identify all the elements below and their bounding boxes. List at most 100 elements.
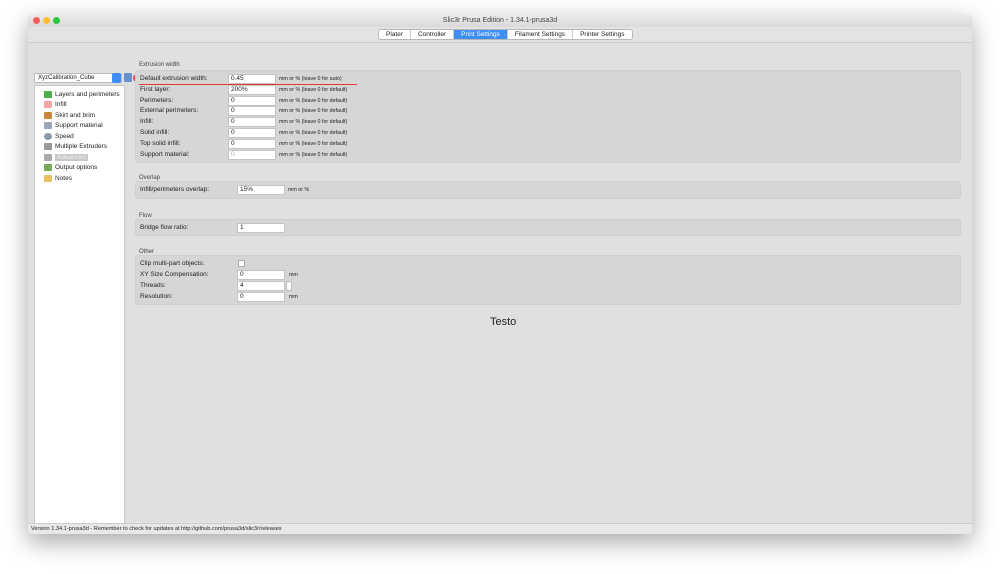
window-title: Slic3r Prusa Edition - 1.34.1-prusa3d <box>442 17 558 24</box>
extrusion-width-input[interactable]: 0 <box>228 117 276 128</box>
preset-select[interactable]: XyzCalibration_Cube <box>34 73 122 83</box>
sidebar-item-label: Skirt and brim <box>55 111 96 119</box>
status-bar: Version 1.34.1-prusa3d - Remember to che… <box>28 523 972 534</box>
setting-row: External perimeters: 0 mm or % (leave 0 … <box>140 106 940 117</box>
sidebar-item-support-material[interactable]: Support material <box>44 121 103 131</box>
extrusion-width-input[interactable]: 0 <box>228 106 276 117</box>
sidebar-item-label: Support material <box>55 122 103 129</box>
overlap-group: Infill/perimeters overlap: 15% mm or % <box>135 181 961 199</box>
setting-label: Resolution: <box>140 293 173 300</box>
sidebar-item-label: Infill <box>55 101 67 108</box>
flow-group: Bridge flow ratio: 1 <box>135 219 961 236</box>
sidebar-item-label: Multiple Extruders <box>55 143 108 150</box>
infill-perimeters-overlap-input[interactable]: 15% <box>237 185 285 195</box>
sidebar-item-skirt-and-brim[interactable]: Skirt and brim <box>44 110 95 120</box>
setting-row: Clip multi-part objects: <box>140 259 940 269</box>
extrusion-width-group: Default extrusion width: 0.45 mm or % (l… <box>135 70 961 163</box>
settings-page: XyzCalibration_Cube Layers and perimeter… <box>28 42 972 534</box>
speed-icon <box>44 132 52 140</box>
sidebar-item-speed[interactable]: Speed <box>44 131 74 141</box>
bridge-flow-ratio-input[interactable]: 1 <box>237 223 285 233</box>
setting-row: Infill: 0 mm or % (leave 0 for default) <box>140 117 940 128</box>
setting-label: Default extrusion width: <box>140 75 208 82</box>
setting-row: Top solid infill: 0 mm or % (leave 0 for… <box>140 138 940 149</box>
sidebar-item-multiple-extruders[interactable]: Multiple Extruders <box>44 142 107 152</box>
unit-label: mm or % (leave 0 for default) <box>279 140 348 147</box>
unit-label: mm or % (leave 0 for default) <box>279 119 348 126</box>
app-window: Slic3r Prusa Edition - 1.34.1-prusa3d Pl… <box>28 14 972 534</box>
unit-label: mm or % (leave 0 for default) <box>279 130 348 136</box>
extrusion-width-input[interactable]: 0.45 <box>228 74 276 84</box>
setting-label: Solid infill: <box>140 129 170 136</box>
preset-value: XyzCalibration_Cube <box>38 75 95 81</box>
tab-filament-settings[interactable]: Filament Settings <box>508 30 574 39</box>
funnel-icon <box>44 143 52 150</box>
setting-label: Bridge flow ratio: <box>140 224 189 231</box>
infill-icon <box>44 101 52 108</box>
sidebar-item-layers-and-perimeters[interactable]: Layers and perimeters <box>44 89 120 99</box>
setting-row: Resolution: 0 mm <box>140 292 940 302</box>
sidebar-item-label: Output options <box>55 164 98 171</box>
main-tabs: Plater Controller Print Settings Filamen… <box>378 29 633 40</box>
clip-multipart-checkbox[interactable] <box>238 260 245 267</box>
setting-row: Default extrusion width: 0.45 mm or % (l… <box>140 74 940 84</box>
extrusion-width-input[interactable]: 0 <box>228 128 276 138</box>
resolution-input[interactable]: 0 <box>237 292 285 302</box>
setting-row: Solid infill: 0 mm or % (leave 0 for def… <box>140 128 940 138</box>
setting-label: Clip multi-part objects: <box>140 260 205 267</box>
setting-label: Infill: <box>140 118 154 126</box>
layers-icon <box>44 90 52 98</box>
close-window-button[interactable] <box>33 17 40 24</box>
chevron-updown-icon <box>112 73 121 83</box>
other-group: Clip multi-part objects: XY Size Compens… <box>135 255 961 305</box>
threads-input[interactable]: 4 <box>237 281 285 291</box>
setting-label: Top solid infill: <box>140 139 181 147</box>
setting-row: Infill/perimeters overlap: 15% mm or % <box>140 185 940 195</box>
overlay-text: Testo <box>490 316 517 328</box>
unit-label: mm or % (leave 0 for auto) <box>279 76 342 82</box>
setting-label: Perimeters: <box>140 96 174 104</box>
setting-label: External perimeters: <box>140 107 199 115</box>
setting-label: Support material: <box>140 150 190 158</box>
unit-label: mm <box>289 294 298 300</box>
extrusion-width-input[interactable]: 0 <box>228 138 276 149</box>
minimize-window-button[interactable] <box>43 17 50 24</box>
output-icon <box>44 164 52 171</box>
sidebar-item-notes[interactable]: Notes <box>44 173 72 183</box>
unit-label: mm <box>289 272 298 278</box>
tab-print-settings[interactable]: Print Settings <box>454 30 508 39</box>
skirt-icon <box>44 111 52 119</box>
save-preset-icon[interactable] <box>124 73 132 82</box>
sidebar-item-output-options[interactable]: Output options <box>44 163 97 173</box>
threads-stepper[interactable] <box>286 281 292 291</box>
setting-label: Infill/perimeters overlap: <box>140 186 209 193</box>
wrench-icon <box>44 153 52 161</box>
extrusion-width-input[interactable]: 200% <box>228 84 276 95</box>
highlight-underline <box>139 84 357 85</box>
settings-sidebar: Layers and perimeters Infill Skirt and b… <box>34 85 125 534</box>
unit-label: mm or % (leave 0 for default) <box>279 108 348 115</box>
extrusion-width-input[interactable]: 0 <box>228 149 276 160</box>
setting-row: Threads: 4 <box>140 281 940 291</box>
sidebar-item-label: Advanced <box>55 153 88 161</box>
setting-row: First layer: 200% mm or % (leave 0 for d… <box>140 84 940 95</box>
title-bar: Slic3r Prusa Edition - 1.34.1-prusa3d <box>28 14 972 27</box>
tab-printer-settings[interactable]: Printer Settings <box>573 30 631 39</box>
setting-label: Threads: <box>140 282 166 289</box>
maximize-window-button[interactable] <box>53 17 60 24</box>
setting-row: Perimeters: 0 mm or % (leave 0 for defau… <box>140 95 940 106</box>
notes-icon <box>44 174 52 182</box>
xy-size-compensation-input[interactable]: 0 <box>237 270 285 280</box>
sidebar-item-infill[interactable]: Infill <box>44 100 67 110</box>
section-title-extrusion-width: Extrusion width <box>139 62 180 68</box>
support-icon <box>44 122 52 129</box>
sidebar-item-label: Layers and perimeters <box>55 90 120 98</box>
tab-plater[interactable]: Plater <box>379 30 411 39</box>
sidebar-item-advanced[interactable]: Advanced <box>44 152 88 162</box>
unit-label: mm or % (leave 0 for default) <box>279 97 348 104</box>
setting-label: First layer: <box>140 85 171 93</box>
unit-label: mm or % (leave 0 for default) <box>279 86 348 93</box>
extrusion-width-input[interactable]: 0 <box>228 95 276 106</box>
unit-label: mm or % (leave 0 for default) <box>279 151 348 158</box>
tab-controller[interactable]: Controller <box>411 30 455 39</box>
